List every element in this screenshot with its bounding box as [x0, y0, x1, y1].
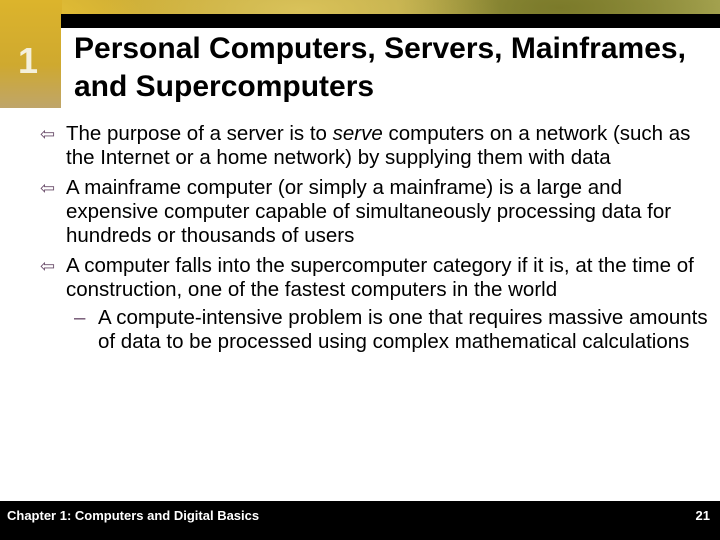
arrow-bullet-icon: ⇦ — [40, 178, 56, 198]
bullet-item: ⇦ A mainframe computer (or simply a main… — [0, 176, 720, 248]
bullet-item: ⇦ A computer falls into the supercompute… — [0, 254, 720, 302]
title-bar-divider — [61, 14, 720, 28]
slide-content: ⇦ The purpose of a server is to serve co… — [0, 122, 720, 354]
footer-bar: Chapter 1: Computers and Digital Basics … — [0, 501, 720, 540]
slide-title: Personal Computers, Servers, Mainframes,… — [74, 32, 686, 103]
bullet-text-start: The purpose of a server is to — [66, 122, 333, 145]
chapter-number: 1 — [18, 40, 39, 81]
arrow-bullet-icon: ⇦ — [40, 256, 56, 276]
footer-chapter-label: Chapter 1: Computers and Digital Basics — [7, 508, 260, 523]
dash-bullet-icon: – — [74, 306, 86, 329]
sub-bullet-item: – A compute-intensive problem is one tha… — [0, 306, 720, 354]
bullet-item: ⇦ The purpose of a server is to serve co… — [0, 122, 720, 170]
page-number: 21 — [695, 508, 710, 523]
bullet-text: A mainframe computer (or simply a mainfr… — [66, 176, 672, 247]
arrow-bullet-icon: ⇦ — [40, 124, 56, 144]
bullet-text-emphasis: serve — [332, 122, 383, 145]
bullet-text: A computer falls into the supercomputer … — [66, 254, 694, 301]
sub-bullet-text: A compute-intensive problem is one that … — [98, 306, 708, 353]
